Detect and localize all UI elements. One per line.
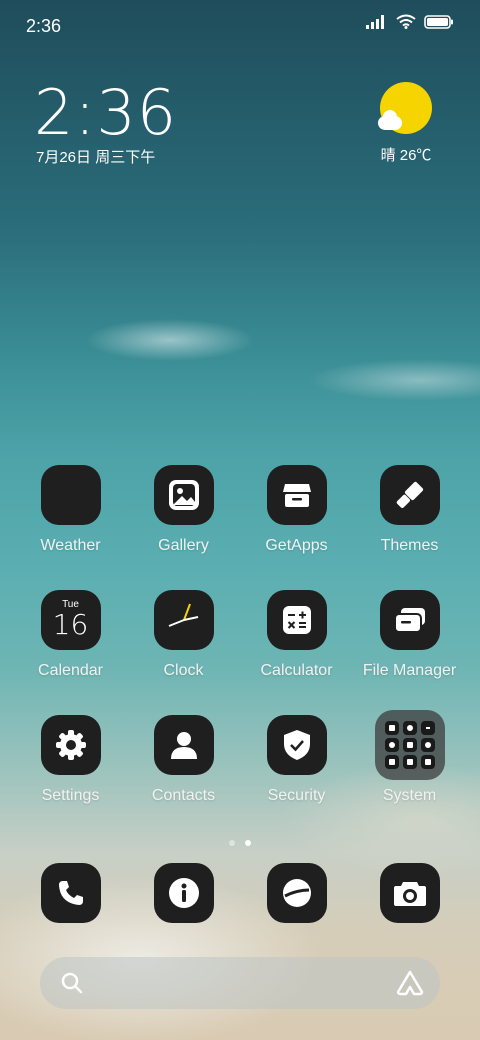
wifi-icon — [396, 14, 416, 29]
app-label: Security — [267, 787, 326, 804]
calendar-date: 16 — [52, 607, 89, 641]
app-row: Tue 16 Calendar Clock Calculator File Ma… — [0, 590, 480, 700]
app-settings[interactable]: Settings — [14, 715, 127, 805]
clock-widget-time[interactable]: 2:36 — [34, 76, 177, 149]
status-time: 2:36 — [26, 16, 62, 36]
page-dot[interactable] — [228, 840, 235, 846]
info-icon — [153, 863, 214, 923]
app-security[interactable]: Security — [240, 715, 353, 805]
calendar-icon: Tue 16 — [40, 590, 101, 650]
page-indicator[interactable] — [0, 833, 480, 851]
app-row: Weather Gallery GetApps Themes — [0, 465, 480, 575]
app-themes[interactable]: Themes — [353, 465, 466, 555]
image-icon — [153, 465, 214, 525]
app-file-manager[interactable]: File Manager — [353, 590, 466, 680]
weather-condition: 晴 — [380, 147, 396, 164]
dock-browser[interactable] — [240, 863, 353, 923]
app-calculator[interactable]: Calculator — [240, 590, 353, 680]
weather-summary: 晴 26℃ — [366, 144, 446, 165]
shield-icon — [266, 715, 327, 775]
phone-icon — [40, 863, 101, 923]
app-label: System — [382, 787, 437, 804]
person-icon — [153, 715, 214, 775]
dock — [0, 863, 480, 923]
weather-widget[interactable]: 晴 26℃ — [366, 82, 446, 165]
app-calendar[interactable]: Tue 16 Calendar — [14, 590, 127, 680]
app-weather[interactable]: Weather — [14, 465, 127, 555]
clock-icon — [153, 590, 214, 650]
sun-cloud-icon — [378, 82, 432, 134]
app-label: Themes — [380, 537, 439, 554]
app-label: Calculator — [260, 662, 333, 679]
dock-phone[interactable] — [14, 863, 127, 923]
app-label: GetApps — [265, 537, 328, 554]
app-getapps[interactable]: GetApps — [240, 465, 353, 555]
clock-widget-date[interactable]: 7月26日 周三下午 — [36, 146, 155, 167]
brush-icon — [379, 465, 440, 525]
calculator-icon — [266, 590, 327, 650]
weather-temperature: 26℃ — [399, 147, 432, 164]
app-contacts[interactable]: Contacts — [127, 715, 240, 805]
app-label: Gallery — [158, 537, 209, 554]
search-icon[interactable] — [60, 971, 84, 995]
dock-info[interactable] — [127, 863, 240, 923]
browser-icon — [266, 863, 327, 923]
app-gallery[interactable]: Gallery — [127, 465, 240, 555]
camera-icon — [379, 863, 440, 923]
app-label: Calendar — [38, 662, 103, 679]
blank-icon — [40, 465, 101, 525]
dock-camera[interactable] — [353, 863, 466, 923]
folder-icon — [379, 590, 440, 650]
page-dot-active[interactable] — [245, 840, 252, 846]
app-label: Settings — [41, 787, 100, 804]
app-label: Weather — [40, 537, 101, 554]
status-bar: 2:36 — [0, 0, 480, 50]
app-row: Settings Contacts Security System — [0, 710, 480, 825]
app-clock[interactable]: Clock — [127, 590, 240, 680]
app-label: Clock — [163, 662, 204, 679]
status-icons — [366, 14, 454, 29]
battery-icon — [424, 14, 453, 29]
gear-icon — [40, 715, 101, 775]
store-icon — [266, 465, 327, 525]
assistant-icon[interactable] — [396, 970, 424, 996]
app-system-folder[interactable]: System — [353, 710, 466, 805]
signal-icon — [366, 14, 384, 29]
app-label: Contacts — [151, 787, 216, 804]
app-label: File Manager — [362, 662, 457, 679]
search-bar[interactable] — [40, 957, 440, 1009]
folder-grid-icon — [374, 710, 445, 780]
